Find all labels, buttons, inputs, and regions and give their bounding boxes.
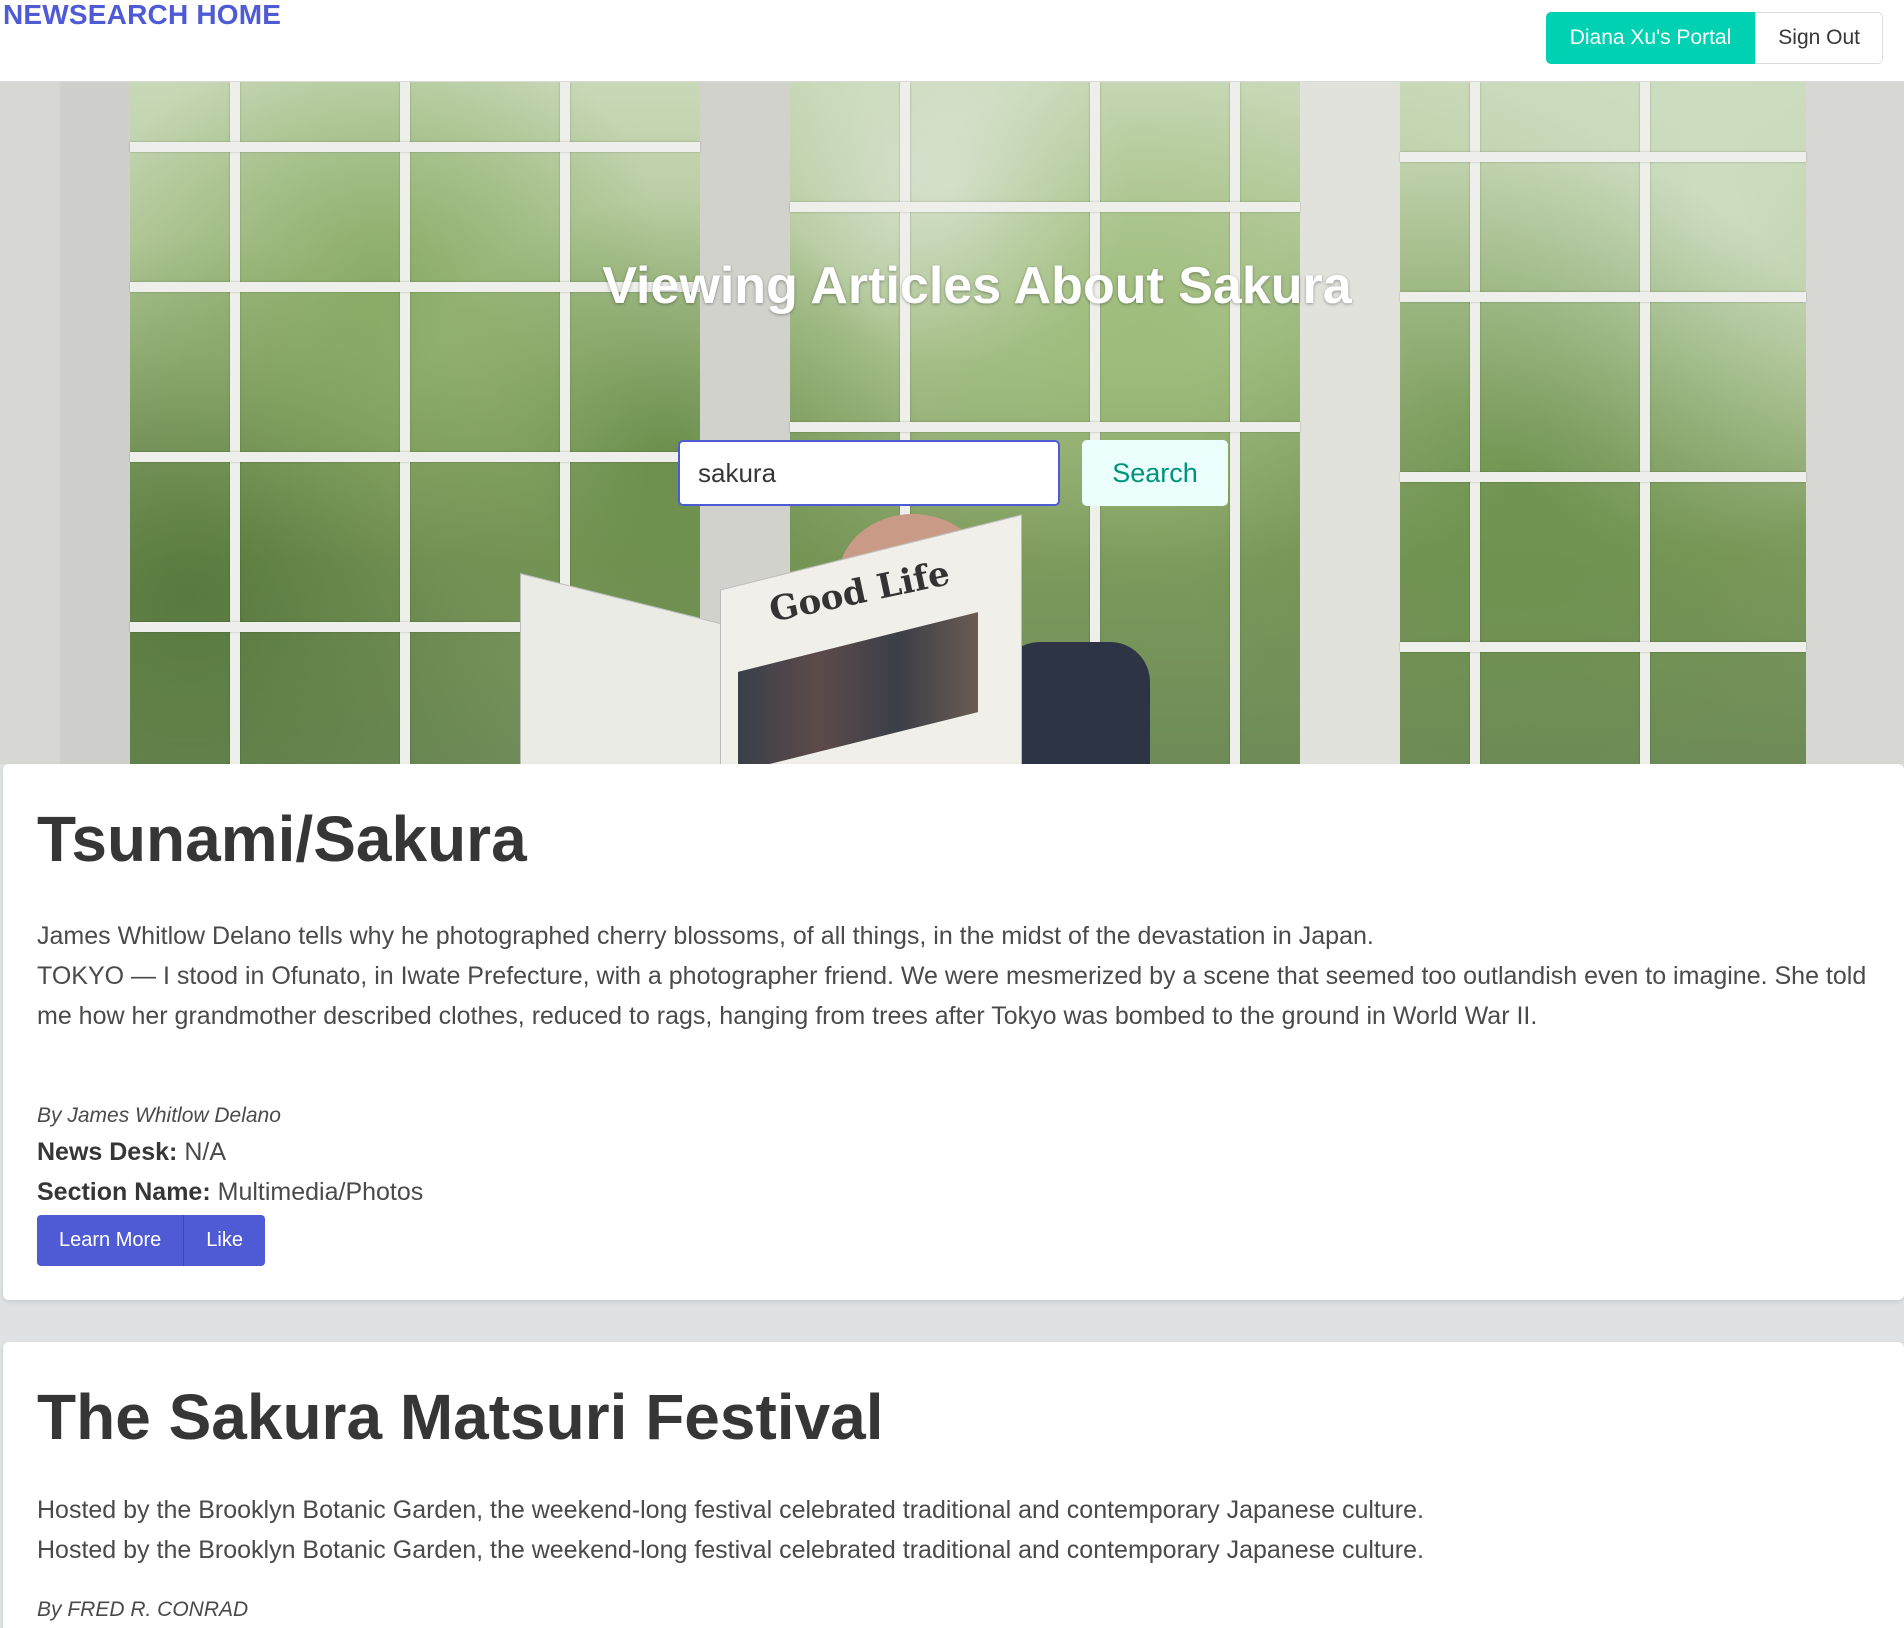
window-transom	[790, 422, 1300, 432]
window-transom	[790, 202, 1300, 212]
section-name-row: Section Name: Multimedia/Photos	[37, 1178, 423, 1207]
news-desk-row: News Desk: N/A	[37, 1138, 226, 1167]
article-title: The Sakura Matsuri Festival	[37, 1381, 884, 1453]
section-name-value: Multimedia/Photos	[217, 1178, 424, 1206]
article-card: Tsunami/Sakura James Whitlow Delano tell…	[3, 764, 1904, 1300]
brand-home-link[interactable]: NEWSEARCH HOME	[3, 0, 281, 30]
navbar: NEWSEARCH HOME Diana Xu's Portal Sign Ou…	[0, 0, 1904, 82]
nav-buttons: Diana Xu's Portal Sign Out	[1545, 12, 1883, 64]
article-byline: By James Whitlow Delano	[37, 1104, 281, 1127]
window-mullion	[400, 82, 410, 764]
news-desk-label: News Desk:	[37, 1138, 178, 1166]
article-actions: Learn More Like	[37, 1215, 265, 1266]
section-name-label: Section Name:	[37, 1178, 211, 1206]
window-transom	[130, 142, 700, 152]
window-mullion	[1640, 82, 1650, 764]
window-frame	[1300, 82, 1400, 764]
reader-jacket	[1000, 642, 1150, 764]
page-title: Viewing Articles About Sakura	[602, 257, 1352, 315]
window-mullion	[1470, 82, 1480, 764]
portal-button[interactable]: Diana Xu's Portal	[1545, 12, 1756, 64]
page: NEWSEARCH HOME Diana Xu's Portal Sign Ou…	[0, 0, 1904, 1628]
window-transom	[1400, 472, 1806, 482]
sign-out-button[interactable]: Sign Out	[1755, 12, 1883, 64]
article-abstract-line: Hosted by the Brooklyn Botanic Garden, t…	[37, 1496, 1424, 1524]
window-transom	[130, 452, 700, 462]
search-input[interactable]	[678, 440, 1060, 506]
learn-more-button[interactable]: Learn More	[37, 1215, 185, 1266]
window-mullion	[230, 82, 240, 764]
window-frame	[1806, 82, 1904, 764]
article-abstract-line: Hosted by the Brooklyn Botanic Garden, t…	[37, 1536, 1424, 1564]
article-title: Tsunami/Sakura	[37, 803, 527, 875]
search-button[interactable]: Search	[1082, 440, 1228, 506]
article-card: The Sakura Matsuri Festival Hosted by th…	[3, 1342, 1904, 1628]
article-abstract-line: James Whitlow Delano tells why he photog…	[37, 922, 1374, 950]
window-frame	[0, 82, 60, 764]
window-frame	[60, 82, 130, 764]
article-byline: By FRED R. CONRAD	[37, 1598, 249, 1621]
like-button[interactable]: Like	[184, 1215, 265, 1266]
article-abstract: Hosted by the Brooklyn Botanic Garden, t…	[37, 1490, 1867, 1570]
article-abstract: James Whitlow Delano tells why he photog…	[37, 916, 1867, 1036]
hero-banner: Good Life Viewing Articles About Sakura …	[0, 82, 1904, 764]
news-desk-value: N/A	[184, 1138, 226, 1166]
window-transom	[1400, 642, 1806, 652]
window-transom	[1400, 152, 1806, 162]
article-abstract-line: TOKYO — I stood in Ofunato, in Iwate Pre…	[37, 962, 1867, 1030]
